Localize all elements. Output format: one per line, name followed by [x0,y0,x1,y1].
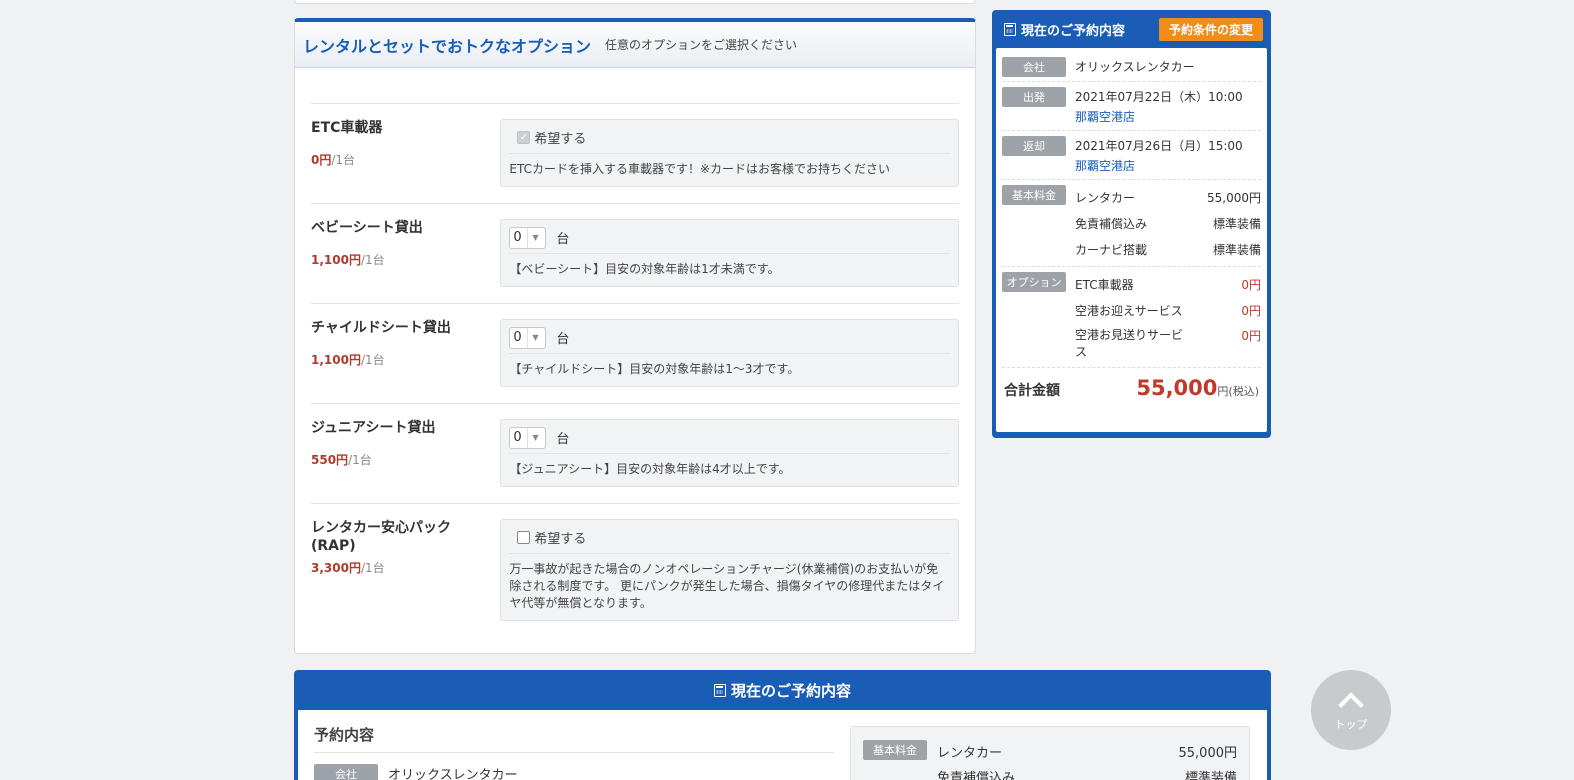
bottom-header: 現在のご予約内容 [298,670,1267,710]
option-price: 1,100円/1台 [311,253,385,267]
basic-fee-tag: 基本料金 [863,740,927,760]
depart-tag: 出発 [1002,87,1066,107]
option-row-etc: ETC車載器 0円/1台 ✓ 希望する ETCカードを挿入する車載器です！※カー… [311,104,959,204]
option-box: 0 ▼ 台 【ジュニアシート】目安の対象年齢は4才以上です。 [500,419,959,487]
option-description: 【ジュニアシート】目安の対象年齢は4才以上です。 [509,462,791,476]
scroll-to-top-label: トップ [1334,718,1368,731]
option-name: レンタカー安心パック(RAP) [311,520,451,554]
option-price: 3,300円/1台 [311,561,385,575]
option-name: チャイルドシート貸出 [311,320,451,336]
chevron-down-icon: ▼ [527,227,539,248]
option-row-child-seat: チャイルドシート貸出 1,100円/1台 0 ▼ 台 【チャイルドシート】目安の対… [311,304,959,404]
basic-fee-row: 基本料金 レンタカー 55,000円 免責補償込み 標準装備 カーナビ搭載 標準装備 [1002,180,1261,267]
options-panel: レンタルとセットでおトクなオプション 任意のオプションをご選択ください ETC車… [294,18,976,654]
unit-label: 台 [556,432,570,447]
options-list: ETC車載器 0円/1台 ✓ 希望する ETCカードを挿入する車載器です！※カー… [311,103,959,637]
child-seat-quantity-select[interactable]: 0 ▼ [509,326,547,349]
depart-store-link[interactable]: 那覇空港店 [1075,108,1135,125]
option-price: 550円/1台 [311,453,372,467]
fee-label: 免責補償込み [937,771,1016,780]
option-name: ベビーシート貸出 [311,220,423,236]
scroll-to-top-button[interactable]: トップ [1311,670,1391,750]
fee-value: 55,000円 [1178,746,1238,761]
option-row-baby-seat: ベビーシート貸出 1,100円/1台 0 ▼ 台 【ベビーシート】目安の対象年齢は… [311,204,959,304]
return-datetime: 2021年07月26日（月）15:00 [1075,138,1243,153]
option-box: 0 ▼ 台 【チャイルドシート】目安の対象年齢は1～3才です。 [500,319,959,387]
calculator-icon [713,683,726,697]
option-price: 0円/1台 [311,153,356,167]
option-description: 【チャイルドシート】目安の対象年齢は1～3才です。 [509,362,800,376]
option-box: 0 ▼ 台 【ベビーシート】目安の対象年齢は1才未満です。 [500,219,959,287]
previous-section-card [294,0,976,4]
option-description: 【ベビーシート】目安の対象年齢は1才未満です。 [509,262,780,276]
option-description: 万一事故が起きた場合のノンオペレーションチャージ(休業補償)のお支払いが免除され… [509,562,945,610]
option-row-rap: レンタカー安心パック(RAP) 3,300円/1台 希望する 万一事故が起きた場… [311,504,959,637]
divider [314,752,834,753]
checkbox-label: 希望する [534,132,587,147]
basic-item: 免責補償込み 標準装備 [1075,216,1261,231]
company-name: オリックスレンタカー [1075,59,1195,74]
depart-datetime: 2021年07月22日（木）10:00 [1075,89,1243,104]
total-amount: 55,000 [1136,376,1218,400]
unit-label: 台 [556,332,570,347]
chevron-up-icon [1338,692,1364,718]
fee-value: 標準装備 [1184,771,1237,780]
fee-box: 基本料金 レンタカー 55,000円 免責補償込み 標準装備 [850,726,1250,780]
company-row: 会社 オリックスレンタカー [1002,52,1261,82]
option-summary-row: オプション ETC車載器 0円 空港お迎えサービス 0円 空港お見送りサービス 0円 [1002,267,1261,368]
options-subtitle: 任意のオプションをご選択ください [605,38,798,52]
option-item: 空港お見送りサービス 0円 [1075,328,1261,359]
total-label: 合計金額 [1004,383,1060,399]
option-name: ジュニアシート貸出 [311,420,436,436]
option-row-junior-seat: ジュニアシート貸出 550円/1台 0 ▼ 台 【ジュニアシート】目安の対象年齢は… [311,404,959,504]
basic-item: レンタカー 55,000円 [1075,190,1261,205]
return-tag: 返却 [1002,136,1066,156]
company-name: オリックスレンタカー [388,768,518,780]
basic-fee-tag: 基本料金 [1002,185,1066,205]
option-item: 空港お迎えサービス 0円 [1075,303,1261,318]
options-title: レンタルとセットでおトクなオプション [303,36,592,56]
option-price: 1,100円/1台 [311,353,385,367]
options-header: レンタルとセットでおトクなオプション 任意のオプションをご選択ください [295,22,975,68]
junior-seat-quantity-select[interactable]: 0 ▼ [509,426,547,449]
total-row: 合計金額 55,000円(税込) [1002,368,1261,400]
unit-label: 台 [556,232,570,247]
sidebar-title: 現在のご予約内容 [1004,20,1125,39]
change-conditions-button[interactable]: 予約条件の変更 [1158,17,1263,41]
baby-seat-quantity-select[interactable]: 0 ▼ [509,226,547,249]
reservation-summary-sidebar: 現在のご予約内容 予約条件の変更 会社 オリックスレンタカー 出発 2021年0… [992,10,1271,438]
basic-item: カーナビ搭載 標準装備 [1075,242,1261,257]
option-box: ✓ 希望する ETCカードを挿入する車載器です！※カードはお客様でお持ちください [500,119,959,187]
etc-checkbox[interactable]: ✓ [517,131,531,144]
chevron-down-icon: ▼ [527,427,539,448]
reservation-summary-bottom: 現在のご予約内容 予約内容 会社 オリックスレンタカー 基本料金 レンタカー 5… [294,670,1271,780]
checkbox-label: 希望する [534,532,587,547]
company-tag: 会社 [1002,57,1066,77]
option-item: ETC車載器 0円 [1075,277,1261,292]
company-tag: 会社 [314,764,378,780]
return-row: 返却 2021年07月26日（月）15:00 那覇空港店 [1002,131,1261,180]
return-store-link[interactable]: 那覇空港店 [1075,157,1135,174]
option-box: 希望する 万一事故が起きた場合のノンオペレーションチャージ(休業補償)のお支払い… [500,519,959,621]
option-tag: オプション [1002,272,1066,292]
total-unit: 円(税込) [1217,385,1259,398]
fee-label: レンタカー [937,746,1003,761]
rap-checkbox[interactable] [517,531,531,544]
option-description: ETCカードを挿入する車載器です！※カードはお客様でお持ちください [509,162,891,176]
reservation-details-title: 予約内容 [314,726,375,744]
option-name: ETC車載器 [311,120,383,136]
depart-row: 出発 2021年07月22日（木）10:00 那覇空港店 [1002,82,1261,131]
calculator-icon [1004,22,1016,36]
chevron-down-icon: ▼ [527,327,539,348]
